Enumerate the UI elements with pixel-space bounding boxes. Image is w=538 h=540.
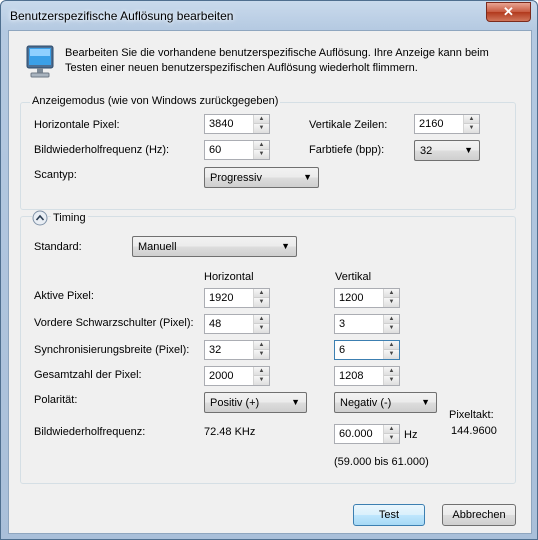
close-button[interactable]: ✕	[486, 2, 531, 22]
spin-up-icon[interactable]: ▲	[254, 315, 269, 324]
spin-down-icon[interactable]: ▼	[254, 324, 269, 333]
h-pixels-spinner[interactable]: 3840 ▲ ▼	[204, 114, 270, 134]
spin-up-icon[interactable]: ▲	[254, 341, 269, 350]
chevron-down-icon: ▼	[303, 172, 312, 182]
horizontal-frequency-value: 72.48 KHz	[204, 426, 256, 438]
sync-width-v-value[interactable]: 6	[339, 344, 345, 356]
scan-type-label: Scantyp:	[34, 169, 77, 181]
sync-width-h-value[interactable]: 32	[209, 344, 221, 356]
front-porch-v-spinner[interactable]: 3 ▲ ▼	[334, 314, 400, 334]
standard-label: Standard:	[34, 241, 82, 253]
scan-type-select[interactable]: Progressiv ▼	[204, 167, 319, 188]
polarity-h-select[interactable]: Positiv (+) ▼	[204, 392, 307, 413]
window-title: Benutzerspezifische Auflösung bearbeiten	[10, 9, 234, 23]
spin-up-icon[interactable]: ▲	[254, 115, 269, 124]
spin-down-icon[interactable]: ▼	[254, 376, 269, 385]
v-lines-value[interactable]: 2160	[419, 118, 443, 130]
polarity-h-value: Positiv (+)	[210, 397, 260, 409]
total-pixels-label: Gesamtzahl der Pixel:	[34, 369, 142, 381]
timing-refresh-label: Bildwiederholfrequenz:	[34, 426, 146, 438]
h-pixels-value[interactable]: 3840	[209, 118, 233, 130]
spin-down-icon[interactable]: ▼	[254, 124, 269, 133]
spin-up-icon[interactable]: ▲	[384, 315, 399, 324]
dialog-window: Benutzerspezifische Auflösung bearbeiten…	[0, 0, 538, 540]
monitor-icon	[26, 45, 54, 79]
timing-refresh-value[interactable]: 60.000	[339, 428, 373, 440]
standard-value: Manuell	[138, 241, 177, 253]
cancel-button[interactable]: Abbrechen	[442, 504, 516, 526]
spin-up-icon[interactable]: ▲	[384, 367, 399, 376]
title-bar[interactable]: Benutzerspezifische Auflösung bearbeiten…	[1, 1, 537, 31]
active-pixels-h-spinner[interactable]: 1920 ▲ ▼	[204, 288, 270, 308]
pixel-clock-value: 144.9600	[451, 425, 497, 437]
refresh-range: (59.000 bis 61.000)	[334, 456, 429, 468]
refresh-value[interactable]: 60	[209, 144, 221, 156]
spin-down-icon[interactable]: ▼	[464, 124, 479, 133]
spin-down-icon[interactable]: ▼	[254, 350, 269, 359]
v-lines-spinner[interactable]: 2160 ▲ ▼	[414, 114, 480, 134]
h-pixels-label: Horizontale Pixel:	[34, 119, 120, 131]
active-pixels-h-value[interactable]: 1920	[209, 292, 233, 304]
test-button[interactable]: Test	[353, 504, 425, 526]
dialog-body: Bearbeiten Sie die vorhandene benutzersp…	[8, 30, 532, 534]
polarity-label: Polarität:	[34, 394, 78, 406]
spin-up-icon[interactable]: ▲	[384, 289, 399, 298]
spin-up-icon[interactable]: ▲	[254, 367, 269, 376]
display-mode-group-title: Anzeigemodus (wie von Windows zurückgege…	[30, 95, 281, 107]
spin-down-icon[interactable]: ▼	[384, 298, 399, 307]
timing-toggle-label[interactable]: Timing	[51, 212, 88, 224]
standard-select[interactable]: Manuell ▼	[132, 236, 297, 257]
v-lines-label: Vertikale Zeilen:	[309, 119, 388, 131]
total-pixels-h-value[interactable]: 2000	[209, 370, 233, 382]
polarity-v-select[interactable]: Negativ (-) ▼	[334, 392, 437, 413]
refresh-label: Bildwiederholfrequenz (Hz):	[34, 144, 170, 156]
polarity-v-value: Negativ (-)	[340, 397, 392, 409]
refresh-spinner[interactable]: 60 ▲ ▼	[204, 140, 270, 160]
front-porch-h-value[interactable]: 48	[209, 318, 221, 330]
spin-down-icon[interactable]: ▼	[384, 324, 399, 333]
timing-refresh-spinner[interactable]: 60.000 ▲ ▼	[334, 424, 400, 444]
active-pixels-v-value[interactable]: 1200	[339, 292, 363, 304]
col-vertical: Vertikal	[335, 271, 372, 283]
chevron-down-icon: ▼	[421, 397, 430, 407]
col-horizontal: Horizontal	[204, 271, 254, 283]
spin-up-icon[interactable]: ▲	[384, 341, 399, 350]
spin-up-icon[interactable]: ▲	[464, 115, 479, 124]
active-pixels-label: Aktive Pixel:	[34, 290, 94, 302]
spin-up-icon[interactable]: ▲	[254, 289, 269, 298]
refresh-unit: Hz	[404, 429, 418, 441]
color-depth-value: 32	[420, 145, 433, 157]
color-depth-select[interactable]: 32 ▼	[414, 140, 480, 161]
front-porch-label: Vordere Schwarzschulter (Pixel):	[34, 317, 194, 329]
sync-width-label: Synchronisierungsbreite (Pixel):	[34, 344, 190, 356]
spin-down-icon[interactable]: ▼	[384, 376, 399, 385]
collapse-icon[interactable]	[32, 210, 48, 226]
color-depth-label: Farbtiefe (bpp):	[309, 144, 385, 156]
pixel-clock-label: Pixeltakt:	[449, 409, 494, 421]
front-porch-h-spinner[interactable]: 48 ▲ ▼	[204, 314, 270, 334]
chevron-down-icon: ▼	[291, 397, 300, 407]
spin-up-icon[interactable]: ▲	[384, 425, 399, 434]
front-porch-v-value[interactable]: 3	[339, 318, 345, 330]
sync-width-h-spinner[interactable]: 32 ▲ ▼	[204, 340, 270, 360]
spin-down-icon[interactable]: ▼	[254, 298, 269, 307]
total-pixels-v-spinner[interactable]: 1208 ▲ ▼	[334, 366, 400, 386]
total-pixels-h-spinner[interactable]: 2000 ▲ ▼	[204, 366, 270, 386]
total-pixels-v-value[interactable]: 1208	[339, 370, 363, 382]
scan-type-value: Progressiv	[210, 172, 262, 184]
intro-line-1: Bearbeiten Sie die vorhandene benutzersp…	[65, 47, 489, 59]
sync-width-v-spinner[interactable]: 6 ▲ ▼	[334, 340, 400, 360]
spin-down-icon[interactable]: ▼	[254, 150, 269, 159]
spin-up-icon[interactable]: ▲	[254, 141, 269, 150]
spin-down-icon[interactable]: ▼	[384, 350, 399, 359]
active-pixels-v-spinner[interactable]: 1200 ▲ ▼	[334, 288, 400, 308]
chevron-down-icon: ▼	[464, 145, 473, 155]
spin-down-icon[interactable]: ▼	[384, 434, 399, 443]
intro-line-2: Testen einer neuen benutzerspezifischen …	[65, 62, 418, 74]
chevron-down-icon: ▼	[281, 241, 290, 251]
